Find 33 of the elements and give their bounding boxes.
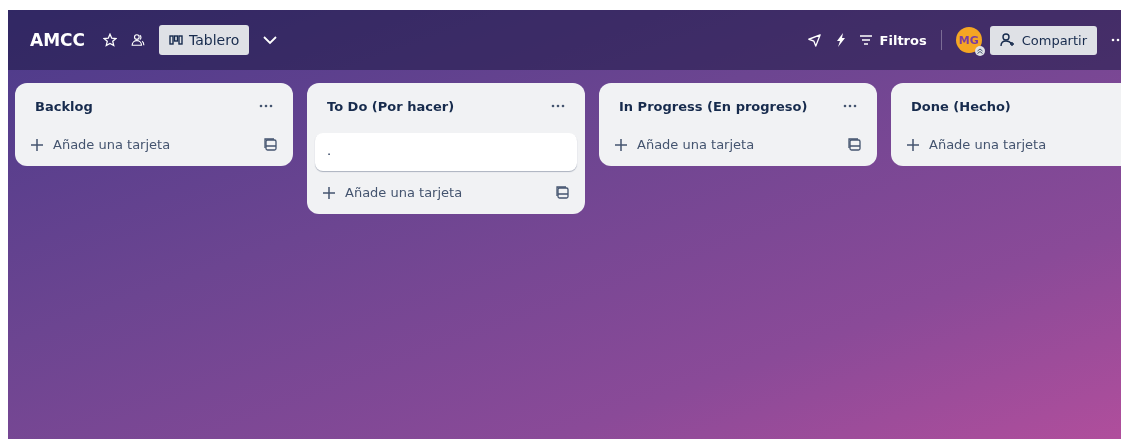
more-icon[interactable] [1111,38,1121,42]
send-icon[interactable] [806,32,822,48]
more-icon[interactable] [843,104,857,108]
plus-icon [907,138,919,151]
people-icon[interactable] [131,33,146,47]
add-card-button[interactable]: Añade una tarjeta [31,137,171,152]
add-card-button[interactable]: Añade una tarjeta [323,185,463,200]
more-icon[interactable] [551,104,565,108]
add-card-button[interactable]: Añade una tarjeta [615,137,755,152]
more-icon[interactable] [259,104,273,108]
chevron-up-icon [974,46,985,56]
list-title[interactable]: Done (Hecho) [911,98,1011,114]
share-button[interactable]: Compartir [989,25,1097,55]
task-card[interactable]: . [315,133,577,171]
add-person-icon [999,33,1016,47]
template-icon[interactable] [556,186,569,199]
lightning-icon[interactable] [835,33,846,47]
list-title[interactable]: In Progress (En progreso) [619,98,808,114]
add-card-button[interactable]: Añade una tarjeta [907,137,1047,152]
chevron-down-icon[interactable] [263,35,278,45]
list-title[interactable]: To Do (Por hacer) [327,98,455,114]
board-icon [169,35,184,45]
template-icon[interactable] [848,138,861,151]
filter-icon [859,35,872,45]
board-view-button[interactable]: Tablero [159,25,250,55]
plus-icon [323,186,335,199]
plus-icon [31,138,43,151]
plus-icon [615,138,627,151]
list-title[interactable]: Backlog [35,98,93,114]
filter-button[interactable]: Filtros [859,32,927,48]
star-icon[interactable] [103,33,118,47]
board-title[interactable]: AMCC [30,30,86,50]
template-icon[interactable] [264,138,277,151]
